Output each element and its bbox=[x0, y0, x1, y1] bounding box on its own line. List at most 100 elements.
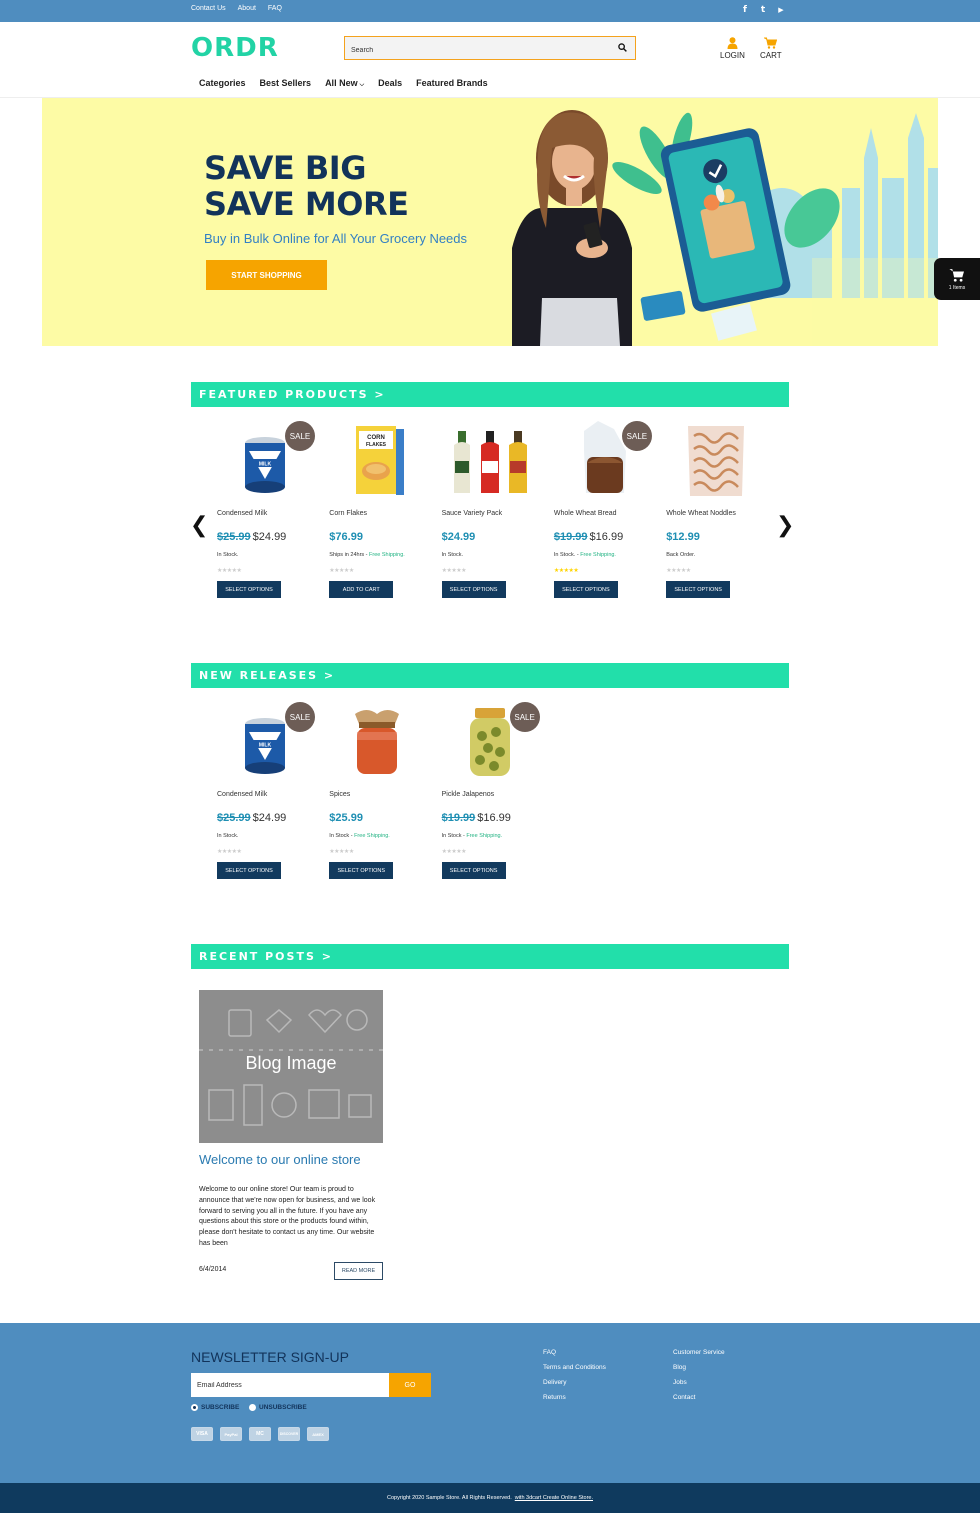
unsubscribe-radio[interactable]: UNSUBSCRIBE bbox=[249, 1404, 307, 1411]
product-image[interactable]: CORN FLAKES bbox=[329, 421, 434, 501]
product-card[interactable]: SALE Pickle Jalapenos $19.99 $16.99 In Stock… bbox=[441, 702, 547, 892]
product-name[interactable]: Corn Flakes bbox=[329, 510, 367, 517]
contact-us-link[interactable]: Contact Us bbox=[191, 5, 226, 12]
product-card[interactable]: MILK SALE Condensed Milk $25.99 $24.99 In Sto… bbox=[217, 421, 322, 611]
add-to-cart-button[interactable]: ADD TO CART bbox=[329, 581, 394, 598]
sale-price: $24.99 bbox=[252, 531, 287, 543]
hero-subtitle: Buy in Bulk Online for All Your Grocery … bbox=[204, 231, 468, 246]
select-options-button[interactable]: SELECT OPTIONS bbox=[666, 581, 731, 598]
product-card[interactable]: SALE Whole Wheat Bread $19.99 $16.99 In Stoc… bbox=[553, 421, 659, 611]
select-options-button[interactable]: SELECT OPTIONS bbox=[441, 581, 506, 598]
login-button[interactable]: LOGIN bbox=[720, 37, 745, 60]
sale-badge: SALE bbox=[285, 421, 315, 451]
start-shopping-button[interactable]: START SHOPPING bbox=[206, 260, 327, 290]
rating-stars: ★★★★★ bbox=[441, 848, 467, 855]
product-name[interactable]: Spices bbox=[329, 791, 350, 798]
current-price: $76.99 bbox=[329, 531, 363, 543]
select-options-button[interactable]: SELECT OPTIONS bbox=[217, 581, 281, 598]
carousel-next-arrow[interactable]: ❯ bbox=[776, 513, 794, 538]
nav-item-best-sellers[interactable]: Best Sellers bbox=[260, 78, 312, 89]
cart-button[interactable]: CART bbox=[760, 37, 782, 60]
hero-headline-line2: SAVE MORE bbox=[204, 185, 409, 223]
hero-illustration bbox=[512, 110, 938, 346]
nav-item-categories[interactable]: Categories bbox=[199, 78, 246, 89]
featured-products-heading[interactable]: FEATURED PRODUCTS > bbox=[191, 382, 789, 407]
current-price: $12.99 bbox=[666, 531, 700, 543]
select-options-button[interactable]: SELECT OPTIONS bbox=[553, 581, 618, 598]
footer-link-contact[interactable]: Contact bbox=[673, 1393, 725, 1402]
product-image[interactable] bbox=[329, 702, 434, 782]
blog-image[interactable]: Blog Image bbox=[199, 990, 383, 1143]
product-price: $76.99 bbox=[329, 531, 363, 543]
logo[interactable]: ORDR bbox=[191, 33, 279, 63]
unsubscribe-label: UNSUBSCRIBE bbox=[259, 1404, 307, 1411]
copyright-link[interactable]: with 3dcart Create Online Store. bbox=[515, 1495, 593, 1501]
floating-cart[interactable]: 1 Items bbox=[934, 258, 980, 300]
newsletter-email-input[interactable] bbox=[191, 1373, 389, 1397]
read-more-button[interactable]: READ MORE bbox=[334, 1262, 383, 1280]
stock-text: Ships in 24hrs - bbox=[329, 552, 370, 558]
footer-link-faq[interactable]: FAQ bbox=[543, 1348, 606, 1357]
product-card[interactable]: MILK SALE Condensed Milk $25.99 $24.99 In Sto… bbox=[217, 702, 322, 892]
hero-banner[interactable]: SAVE BIG SAVE MORE Buy in Bulk Online fo… bbox=[42, 98, 938, 346]
product-price: $25.99 $24.99 bbox=[217, 812, 286, 824]
top-bar: Contact Us About FAQ f t ▶ bbox=[0, 0, 980, 22]
svg-text:MILK: MILK bbox=[259, 462, 272, 468]
blog-post-title[interactable]: Welcome to our online store bbox=[199, 1152, 361, 1167]
top-links: Contact Us About FAQ bbox=[191, 5, 282, 12]
select-options-button[interactable]: SELECT OPTIONS bbox=[441, 862, 506, 879]
footer-links-col1: FAQ Terms and Conditions Delivery Return… bbox=[543, 1348, 606, 1402]
social-links: f t ▶ bbox=[740, 5, 786, 16]
product-name[interactable]: Condensed Milk bbox=[217, 791, 267, 798]
about-link[interactable]: About bbox=[238, 5, 256, 12]
select-options-button[interactable]: SELECT OPTIONS bbox=[217, 862, 281, 879]
carousel-prev-arrow[interactable]: ❮ bbox=[190, 513, 208, 538]
subscribe-radio-dot bbox=[191, 1404, 198, 1411]
select-options-button[interactable]: SELECT OPTIONS bbox=[329, 862, 394, 879]
product-image[interactable] bbox=[442, 421, 547, 501]
product-name[interactable]: Pickle Jalapenos bbox=[442, 791, 495, 798]
product-card[interactable]: Whole Wheat Noddles $12.99 Back Order. ★★★★… bbox=[666, 421, 771, 611]
footer: NEWSLETTER SIGN-UP GO SUBSCRIBE UNSUBSCR… bbox=[0, 1323, 980, 1483]
product-card[interactable]: CORN FLAKES Corn Flakes $76.99 Ships in 24hr… bbox=[329, 421, 434, 611]
product-price: $25.99 $24.99 bbox=[217, 531, 286, 543]
product-card[interactable]: Sauce Variety Pack $24.99 In Stock. ★★★★★ SE… bbox=[441, 421, 547, 611]
product-name[interactable]: Sauce Variety Pack bbox=[442, 510, 503, 517]
facebook-icon[interactable]: f bbox=[740, 5, 750, 16]
hero-headline-line1: SAVE BIG bbox=[204, 149, 366, 187]
product-price: $19.99 $16.99 bbox=[442, 812, 511, 824]
footer-link-returns[interactable]: Returns bbox=[543, 1393, 606, 1402]
product-price: $19.99 $16.99 bbox=[554, 531, 623, 543]
rating-stars: ★★★★★ bbox=[217, 567, 242, 574]
footer-link-customer-service[interactable]: Customer Service bbox=[673, 1348, 725, 1357]
copyright-text: Copyright 2020 Sample Store. All Rights … bbox=[387, 1495, 512, 1501]
search-input[interactable] bbox=[345, 39, 605, 62]
footer-link-jobs[interactable]: Jobs bbox=[673, 1378, 725, 1387]
footer-link-terms[interactable]: Terms and Conditions bbox=[543, 1363, 606, 1372]
product-name[interactable]: Whole Wheat Noddles bbox=[666, 510, 736, 517]
subscribe-radio[interactable]: SUBSCRIBE bbox=[191, 1404, 239, 1411]
nav-item-featured-brands[interactable]: Featured Brands bbox=[416, 78, 488, 89]
product-card[interactable]: Spices $25.99 In Stock - Free Shipping. ★★★… bbox=[329, 702, 434, 892]
nav-item-all-new-label: All New bbox=[325, 78, 358, 88]
twitter-icon[interactable]: t bbox=[758, 5, 768, 16]
recent-posts-heading[interactable]: RECENT POSTS > bbox=[191, 944, 789, 969]
original-price: $25.99 bbox=[217, 812, 251, 824]
sale-price: $24.99 bbox=[252, 812, 287, 824]
nav-item-deals[interactable]: Deals bbox=[378, 78, 402, 89]
product-name[interactable]: Condensed Milk bbox=[217, 510, 267, 517]
new-releases-heading[interactable]: NEW RELEASES > bbox=[191, 663, 789, 688]
youtube-icon[interactable]: ▶ bbox=[776, 5, 786, 16]
footer-link-delivery[interactable]: Delivery bbox=[543, 1378, 606, 1387]
search-icon[interactable] bbox=[618, 43, 627, 52]
footer-link-blog[interactable]: Blog bbox=[673, 1363, 725, 1372]
product-price: $24.99 bbox=[442, 531, 476, 543]
stock-text: In Stock. bbox=[217, 552, 239, 558]
nav-item-all-new[interactable]: All New ⌵ bbox=[325, 78, 364, 89]
sale-badge: SALE bbox=[509, 702, 540, 732]
unsubscribe-radio-dot bbox=[249, 1404, 256, 1411]
product-name[interactable]: Whole Wheat Bread bbox=[554, 510, 617, 517]
newsletter-go-button[interactable]: GO bbox=[389, 1373, 431, 1397]
product-image[interactable] bbox=[666, 421, 771, 501]
faq-link[interactable]: FAQ bbox=[268, 5, 282, 12]
